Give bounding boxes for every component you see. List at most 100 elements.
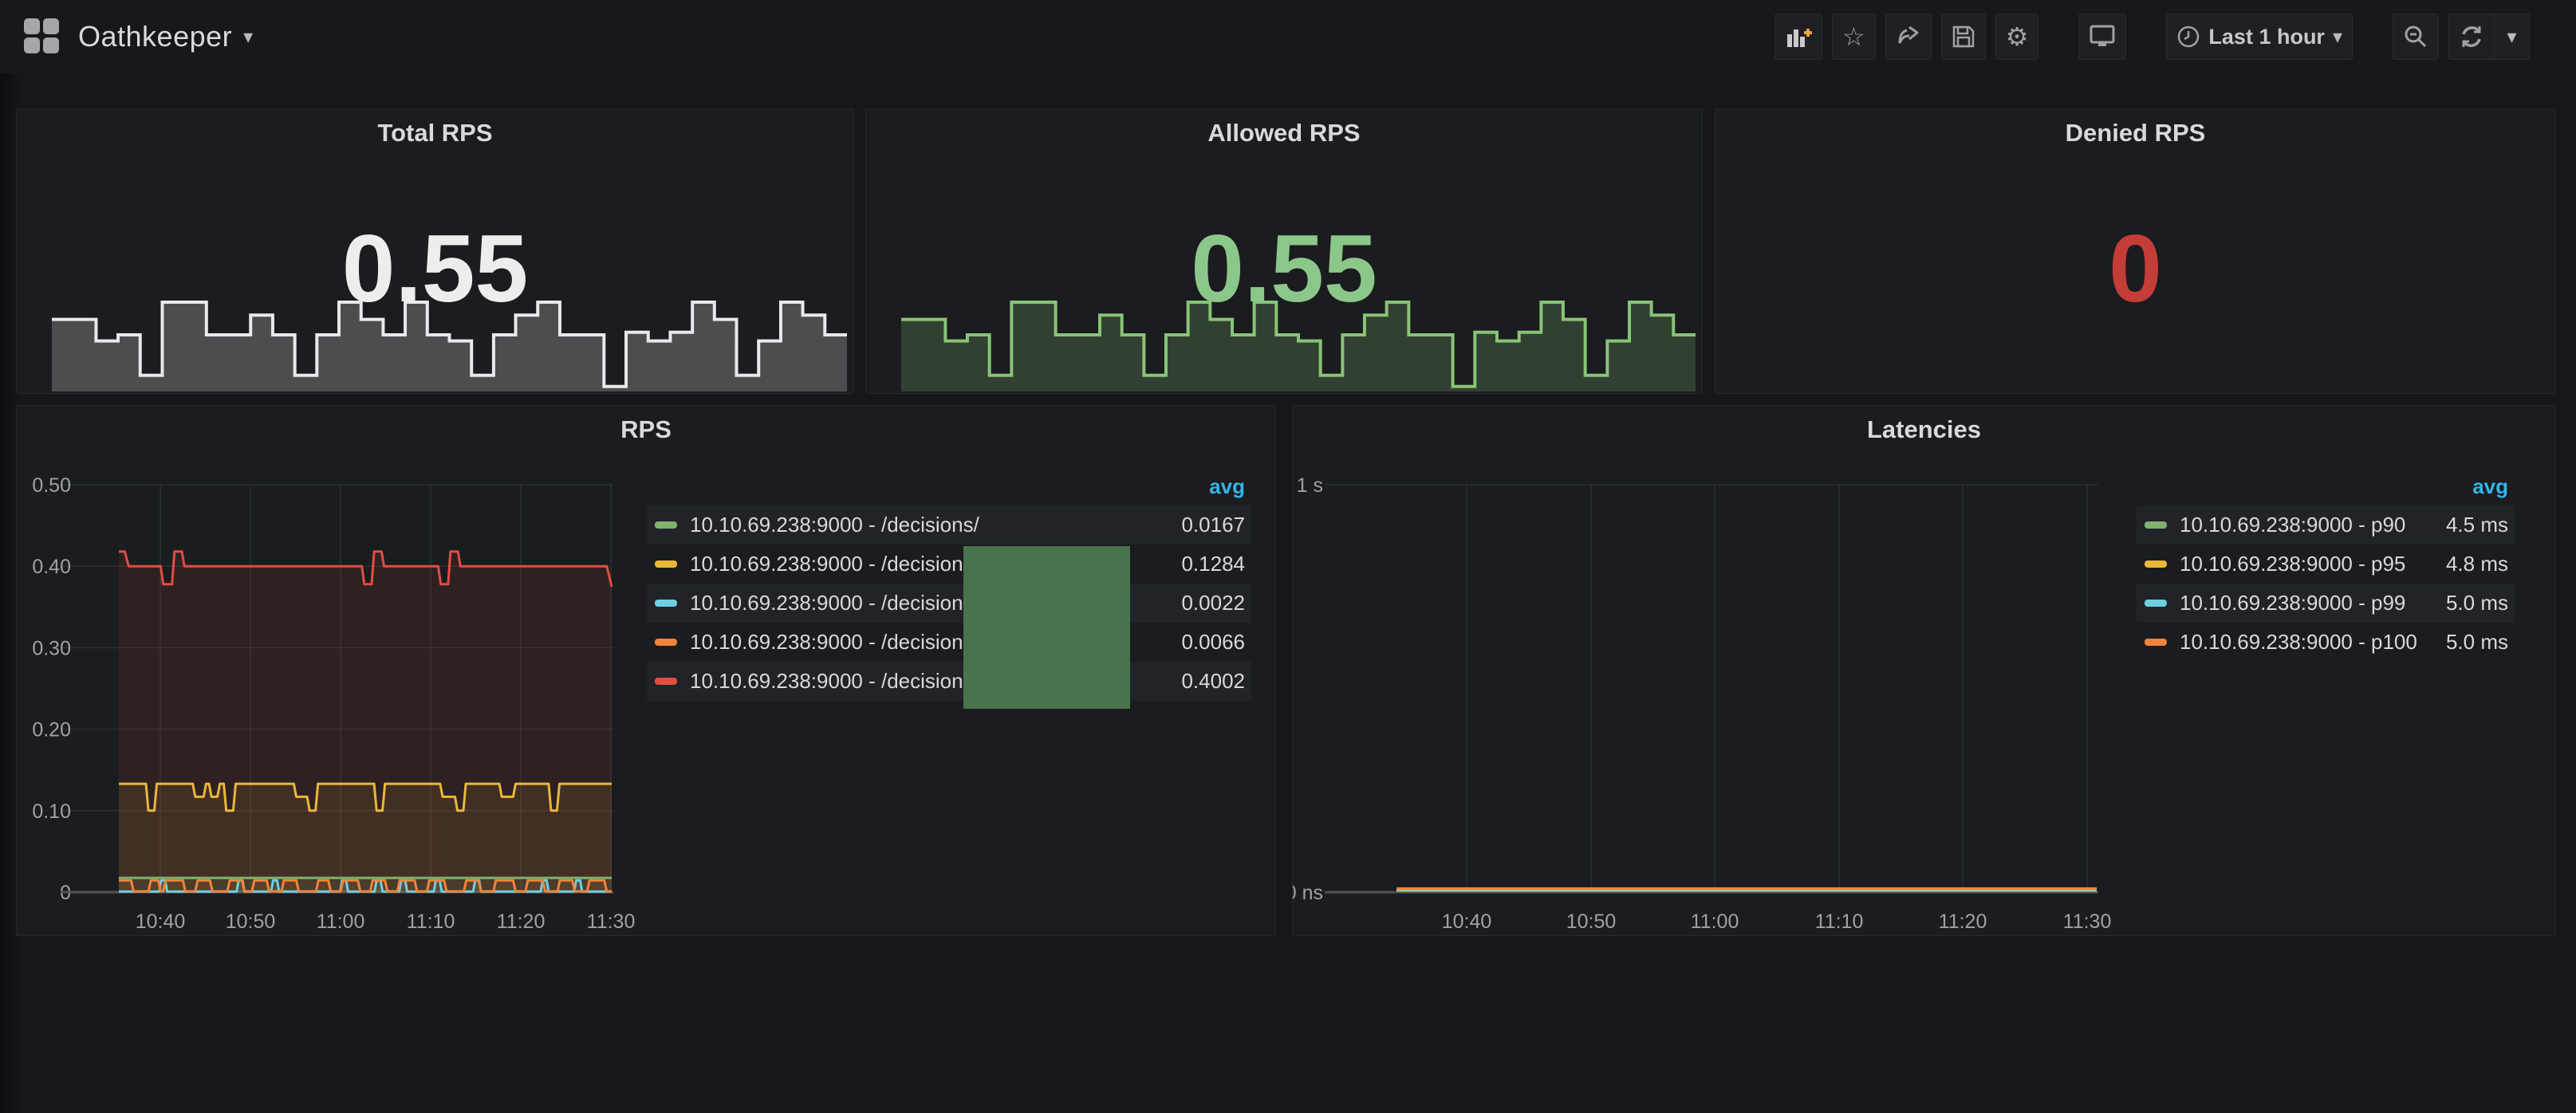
svg-text:0.20: 0.20 [32,719,71,741]
svg-text:11:00: 11:00 [317,910,365,933]
legend-series-avg-value: 4.5 ms [2436,513,2508,537]
legend-series-avg-value: 0.4002 [1172,669,1245,694]
refresh-interval-dropdown[interactable]: ▾ [2495,14,2530,60]
time-range-button[interactable]: Last 1 hour ▾ [2166,14,2353,60]
star-button[interactable]: ☆ [1832,14,1876,60]
legend-series-label[interactable]: 10.10.69.238:9000 - p95 [2180,552,2405,576]
svg-text:11:10: 11:10 [407,910,455,933]
legend-row: 10.10.69.238:9000 - /decisions/0.0022 [647,584,1251,623]
chevron-down-icon: ▾ [2507,26,2516,48]
legend-series-avg-value: 0.0066 [1172,630,1245,655]
grafana-dashboard: Oathkeeper ▾ ☆ [0,0,2576,1113]
svg-text:0.50: 0.50 [32,474,71,497]
legend-row: 10.10.69.238:9000 - /decisions/0.1284 [647,545,1251,584]
panel-title[interactable]: RPS [17,415,1275,444]
panel-latencies-chart: Latencies 0 ns1 s10:4010:5011:0011:1011:… [1292,405,2556,936]
svg-text:11:10: 11:10 [1815,910,1864,933]
legend-series-swatch[interactable] [2145,639,2167,646]
legend-series-label[interactable]: 10.10.69.238:9000 - p90 [2180,513,2405,537]
monitor-icon [2089,24,2116,49]
share-icon [1896,24,1921,49]
svg-text:10:50: 10:50 [1566,910,1617,933]
svg-text:0.10: 0.10 [32,800,71,823]
stat-value: 0.55 [866,221,1702,317]
svg-text:0.30: 0.30 [32,637,71,659]
dashboard-title-dropdown[interactable]: Oathkeeper ▾ [78,20,253,53]
panel-denied-rps: Denied RPS 0 [1715,108,2556,394]
panel-title[interactable]: Latencies [1293,415,2555,444]
cycle-view-button[interactable] [2078,14,2126,60]
panel-total-rps: Total RPS 0.55 [16,108,854,394]
latencies-legend: avg10.10.69.238:9000 - p904.5 ms10.10.69… [2137,474,2515,662]
add-panel-button[interactable] [1774,14,1822,60]
bar-chart-add-icon [1785,23,1812,50]
legend-series-label[interactable]: 10.10.69.238:9000 - p99 [2180,591,2405,615]
zoom-out-button[interactable] [2393,14,2439,60]
legend-row: 10.10.69.238:9000 - /decisions/0.4002 [647,662,1251,701]
dashboard-grid-icon[interactable] [24,18,61,55]
panel-title[interactable]: Denied RPS [1715,119,2555,147]
svg-text:10:40: 10:40 [136,910,186,933]
legend-series-avg-value: 0.0167 [1172,513,1245,537]
panel-title[interactable]: Allowed RPS [866,119,1702,147]
panel-title[interactable]: Total RPS [17,119,853,147]
svg-text:10:40: 10:40 [1442,910,1492,933]
legend-series-label[interactable]: 10.10.69.238:9000 - /decisions/ [690,669,979,694]
chevron-down-icon: ▾ [2333,26,2342,48]
legend-series-label[interactable]: 10.10.69.238:9000 - /decisions/ [690,513,979,537]
navbar-toolbar: ☆ ⚙ [1774,14,2576,60]
legend-series-swatch[interactable] [655,600,677,607]
green-overlay [963,546,1130,709]
rps-legend: avg10.10.69.238:9000 - /decisions/0.0167… [647,474,1251,701]
stat-value: 0.55 [17,221,853,317]
time-range-label: Last 1 hour [2208,25,2325,49]
share-button[interactable] [1885,14,1932,60]
legend-series-label[interactable]: 10.10.69.238:9000 - p100 [2180,630,2417,655]
legend-series-label[interactable]: 10.10.69.238:9000 - /decisions/ [690,552,979,576]
legend-series-swatch[interactable] [2145,521,2167,529]
svg-text:0 ns: 0 ns [1293,882,1323,904]
legend-series-avg-value: 5.0 ms [2436,630,2508,655]
legend-series-avg-value: 5.0 ms [2436,591,2508,615]
refresh-split-button: ▾ [2448,14,2530,60]
svg-text:11:30: 11:30 [2063,910,2112,933]
navbar-left: Oathkeeper ▾ [0,18,253,55]
legend-series-swatch[interactable] [2145,600,2167,607]
settings-button[interactable]: ⚙ [1995,14,2039,60]
star-icon: ☆ [1842,24,1865,49]
svg-text:11:20: 11:20 [497,910,546,933]
legend-row: 10.10.69.238:9000 - p100 5.0 ms [2137,623,2515,662]
legend-series-avg-value: 4.8 ms [2436,552,2508,576]
panel-allowed-rps: Allowed RPS 0.55 [865,108,1703,394]
stat-value: 0 [1715,221,2555,317]
legend-avg-header[interactable]: avg [647,474,1251,505]
legend-row: 10.10.69.238:9000 - /decisions/0.0167 [647,505,1251,545]
save-icon [1952,25,1975,49]
legend-series-swatch[interactable] [655,639,677,646]
clock-icon [2176,25,2200,49]
save-button[interactable] [1941,14,1986,60]
legend-row: 10.10.69.238:9000 - p90 4.5 ms [2137,505,2515,545]
gear-icon: ⚙ [2006,24,2029,49]
legend-row: 10.10.69.238:9000 - p99 5.0 ms [2137,584,2515,623]
svg-text:10:50: 10:50 [226,910,276,933]
navbar: Oathkeeper ▾ ☆ [0,0,2576,73]
legend-series-swatch[interactable] [655,678,677,685]
legend-row: 10.10.69.238:9000 - p95 4.8 ms [2137,545,2515,584]
legend-row: 10.10.69.238:9000 - /decisions/0.0066 [647,623,1251,662]
legend-series-label[interactable]: 10.10.69.238:9000 - /decisions/ [690,630,979,655]
dashboard-title: Oathkeeper [78,20,232,53]
refresh-icon [2459,24,2484,49]
zoom-out-icon [2403,24,2428,49]
legend-series-label[interactable]: 10.10.69.238:9000 - /decisions/ [690,591,979,615]
refresh-button[interactable] [2448,14,2495,60]
svg-text:0.40: 0.40 [32,556,71,578]
legend-series-swatch[interactable] [2145,560,2167,568]
legend-series-avg-value: 0.0022 [1172,591,1245,615]
svg-text:1 s: 1 s [1297,474,1323,497]
legend-series-swatch[interactable] [655,521,677,529]
legend-series-avg-value: 0.1284 [1172,552,1245,576]
legend-avg-header[interactable]: avg [2137,474,2515,505]
svg-text:11:30: 11:30 [587,910,636,933]
legend-series-swatch[interactable] [655,560,677,568]
